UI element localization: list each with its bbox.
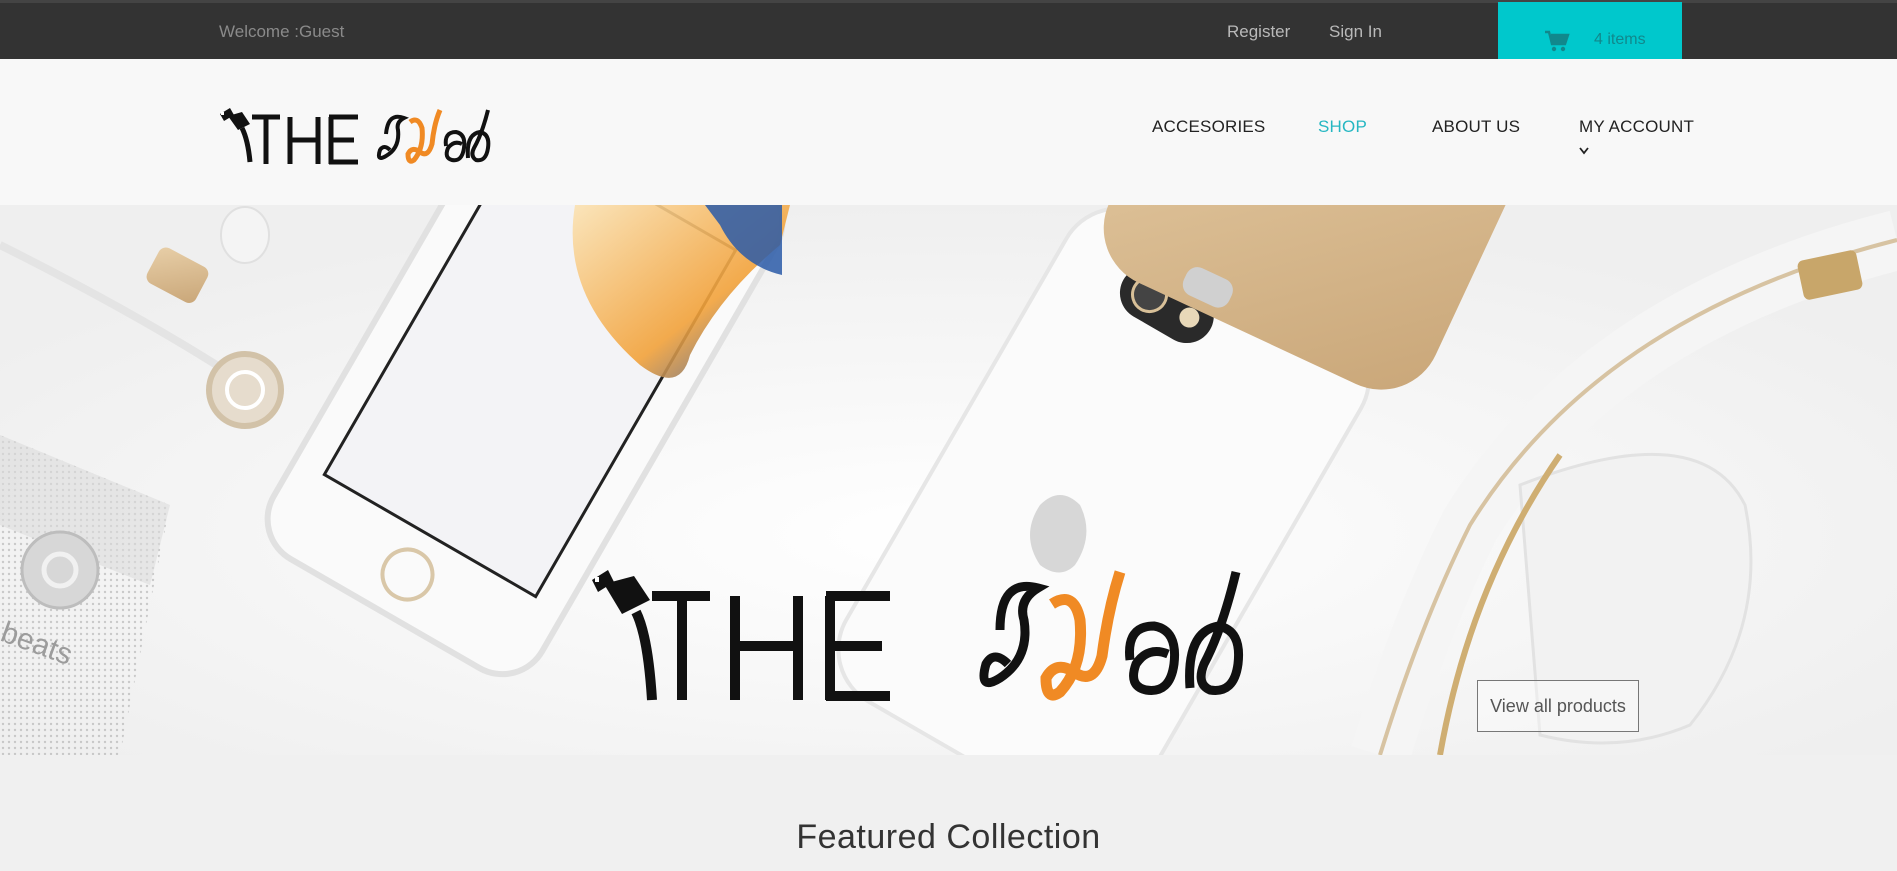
chevron-down-icon[interactable] (1579, 142, 1589, 160)
welcome-text: Welcome :Guest (219, 22, 345, 41)
hero-banner: beats (0, 205, 1897, 755)
cart-button[interactable]: 4 items (1498, 2, 1682, 59)
nav-my-account[interactable]: MY ACCOUNT (1579, 117, 1694, 137)
shopping-cart-icon (1544, 30, 1570, 57)
register-link[interactable]: Register (1227, 22, 1290, 42)
view-all-products-button[interactable]: View all products (1477, 680, 1639, 732)
nav-about-us[interactable]: ABOUT US (1432, 117, 1520, 137)
hero-image: beats (0, 205, 1897, 755)
featured-section: Featured Collection (0, 755, 1897, 871)
nav-accessories[interactable]: ACCESORIES (1152, 117, 1265, 137)
site-logo[interactable] (218, 104, 523, 171)
cart-item-count: 4 items (1594, 31, 1646, 48)
featured-collection-heading: Featured Collection (796, 818, 1101, 856)
sign-in-link[interactable]: Sign In (1329, 22, 1382, 42)
nav-shop[interactable]: SHOP (1318, 117, 1367, 137)
